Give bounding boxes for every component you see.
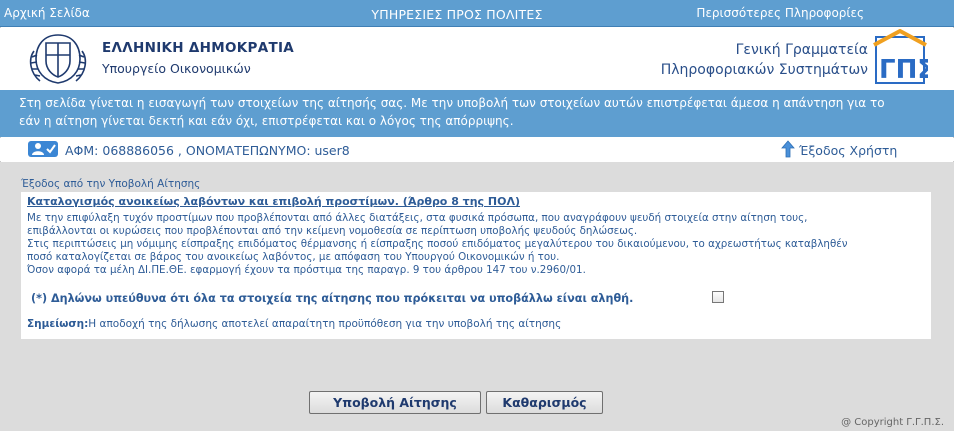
user-bar: ΑΦΜ: 068886056 , ΟΝΟΜΑΤΕΠΩΝΥΜΟ: user8 Έξ… — [0, 138, 954, 161]
top-nav-bar: Αρχική Σελίδα ΥΠΗΡΕΣΙΕΣ ΠΡΟΣ ΠΟΛΙΤΕΣ Περ… — [0, 0, 954, 27]
clear-button[interactable]: Καθαρισμός — [486, 391, 603, 414]
paragraph-line: ποσό καταλογίζεται σε βάρος του ανοικείω… — [27, 251, 560, 263]
submit-application-button[interactable]: Υποβολή Αίτησης — [309, 391, 481, 414]
note-label: Σημείωση: — [27, 318, 89, 330]
paragraph-line: Με την επιφύλαξη τυχόν προστίμων που προ… — [27, 212, 808, 224]
declaration-checkbox[interactable] — [712, 291, 724, 303]
exit-application-link[interactable]: Έξοδος από την Υποβολή Αίτησης — [21, 178, 200, 190]
info-banner: Στη σελίδα γίνεται η εισαγωγή των στοιχε… — [0, 90, 954, 137]
declaration-card: Καταλογισμός ανοικείως λαβόντων και επιβ… — [21, 192, 931, 339]
note-text: Η αποδοχή της δήλωσης αποτελεί απαραίτητ… — [88, 318, 562, 330]
acceptance-note: Σημείωση:Η αποδοχή της δήλωσης αποτελεί … — [27, 318, 561, 330]
svg-text:ΓΠΣ: ΓΠΣ — [879, 55, 928, 85]
greek-emblem-icon — [29, 34, 87, 84]
paragraph-line: Όσον αφορά τα μέλη ΔΙ.ΠΕ.ΘΕ. εφαρμογή έχ… — [27, 264, 586, 276]
ggps-name-line2: Πληροφοριακών Συστημάτων — [660, 62, 868, 78]
exit-arrow-icon[interactable] — [780, 140, 796, 158]
copyright: @ Copyright Γ.Γ.Π.Σ. — [841, 417, 944, 428]
paragraph-line: Στις περιπτώσεις μη νόμιμης είσπραξης επ… — [27, 238, 848, 250]
banner-line-2: εάν η αίτηση γίνεται δεκτή και εάν όχι, … — [19, 114, 514, 128]
more-info-link[interactable]: Περισσότερες Πληροφορίες — [696, 6, 864, 20]
banner-line-1: Στη σελίδα γίνεται η εισαγωγή των στοιχε… — [19, 96, 885, 110]
declaration-label: (*) Δηλώνω υπεύθυνα ότι όλα τα στοιχεία … — [31, 292, 634, 305]
user-info: ΑΦΜ: 068886056 , ΟΝΟΜΑΤΕΠΩΝΥΜΟ: user8 — [65, 143, 350, 158]
paragraph-line: επιβάλλονται οι κυρώσεις που προβλέποντα… — [27, 225, 638, 237]
penalties-heading: Καταλογισμός ανοικείως λαβόντων και επιβ… — [27, 195, 520, 208]
ggps-name-line1: Γενική Γραμματεία — [735, 42, 868, 58]
site-header: ΕΛΛΗΝΙΚΗ ΔΗΜΟΚΡΑΤΙΑ Υπουργείο Οικονομικώ… — [0, 28, 954, 90]
header-subtitle: Υπουργείο Οικονομικών — [102, 61, 251, 76]
user-verified-icon — [28, 141, 58, 157]
logout-link[interactable]: Έξοδος Χρήστη — [799, 143, 897, 158]
header-title: ΕΛΛΗΝΙΚΗ ΔΗΜΟΚΡΑΤΙΑ — [102, 40, 295, 56]
ggps-logo-icon: ΓΠΣ — [873, 29, 928, 85]
